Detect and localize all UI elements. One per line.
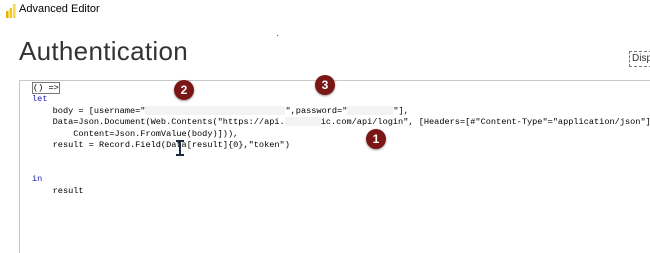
code-line-8: result [32,185,84,196]
code-line-2: let [32,94,48,105]
annotation-badge-1: 1 [366,129,386,149]
annotation-badge-3: 3 [315,75,335,95]
code-line-3a: body = [username=" [32,105,146,116]
redacted-domain [284,117,321,127]
code-line-6a: result = Record.Field(Data [32,140,187,151]
display-options-button[interactable]: Displ [629,51,650,67]
code-line-3b: ",password=" [285,105,348,116]
stray-dot: · [276,30,280,41]
annotation-badge-2: 2 [174,80,194,100]
window-title: Advanced Editor [19,3,100,15]
code-text[interactable]: () => let body = [username=" ",password="… [32,82,650,197]
redacted-username [145,106,286,116]
code-line-7: in [32,174,43,185]
title-bar: Advanced Editor [0,0,650,22]
code-editor[interactable]: () => let body = [username=" ",password="… [19,80,650,253]
page-title: Authentication [19,36,188,66]
code-line-4b: ic.com/api/login", [Headers=[#"Content-T… [320,117,650,128]
code-line-1: () => [32,82,60,94]
redacted-password [347,106,394,116]
power-bi-icon [6,4,16,18]
code-line-3c: "], [393,105,409,116]
text-cursor-icon [176,140,184,156]
code-line-5: Content=Json.FromValue(body)])), [32,128,239,139]
code-line-4a: Data=Json.Document(Web.Contents("https:/… [32,117,285,128]
code-line-6b: [result]{0},"token") [186,140,290,151]
